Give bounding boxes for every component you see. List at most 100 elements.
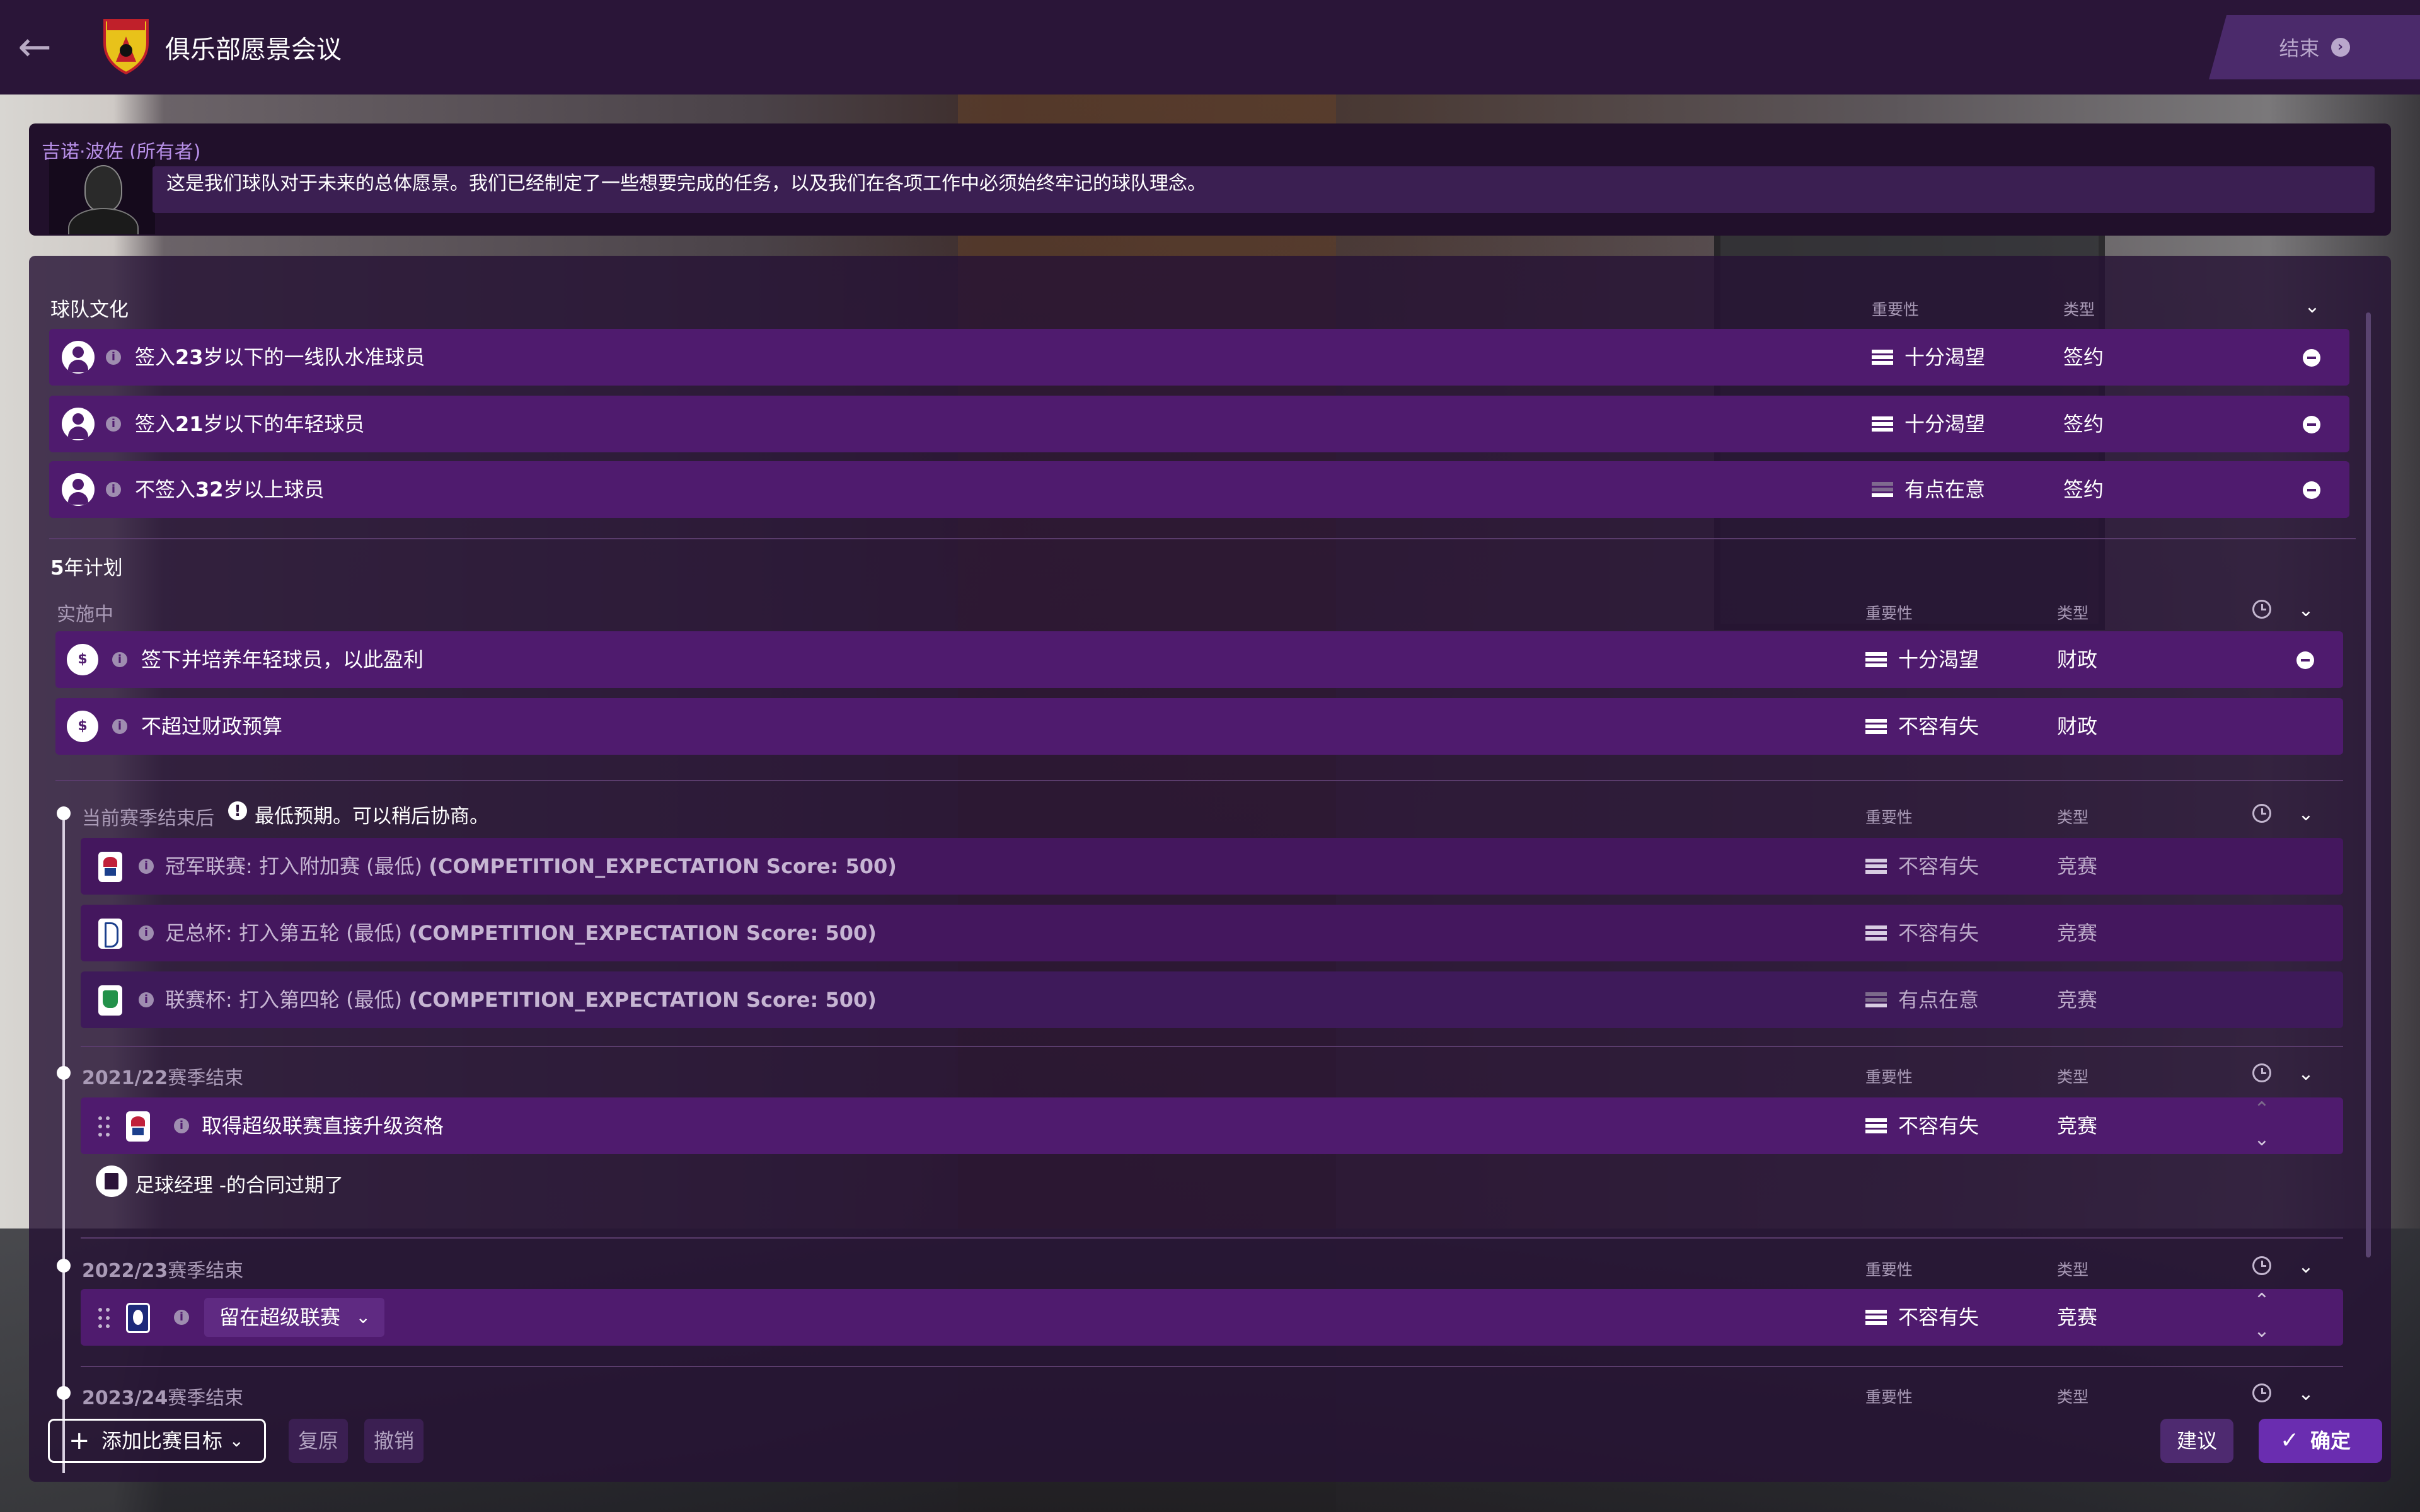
plan-row[interactable]: $ i 签下并培养年轻球员，以此盈利 十分渴望 财政 — [55, 631, 2343, 688]
info-icon[interactable]: i — [139, 859, 154, 874]
section-divider — [55, 780, 2343, 781]
remove-icon[interactable] — [2303, 349, 2320, 367]
move-down-icon[interactable]: ⌄ — [2252, 1322, 2271, 1341]
move-up-icon[interactable]: ⌃ — [2252, 1100, 2271, 1119]
competition-goal-text: 冠军联赛: 打入附加赛 (最低) (COMPETITION_EXPECTATIO… — [165, 854, 897, 878]
arrow-right-circle-icon: › — [2331, 38, 2350, 57]
plan-goal-text: 签下并培养年轻球员，以此盈利 — [141, 648, 424, 672]
move-up-icon[interactable]: ⌃ — [2252, 1292, 2271, 1310]
importance-header: 重要性 — [1865, 1068, 1913, 1086]
remove-icon[interactable] — [2296, 651, 2314, 669]
culture-row[interactable]: i 不签入32岁以上球员 有点在意 签约 — [49, 461, 2349, 518]
drag-handle-icon[interactable] — [98, 1308, 111, 1329]
confirm-button[interactable]: ✓ 确定 — [2259, 1419, 2382, 1463]
competition-row[interactable]: i 冠军联赛: 打入附加赛 (最低) (COMPETITION_EXPECTAT… — [81, 838, 2343, 895]
remove-icon[interactable] — [2303, 416, 2320, 433]
type-header: 类型 — [2057, 1388, 2089, 1406]
remove-icon[interactable] — [2303, 481, 2320, 499]
chevron-down-icon[interactable]: ⌄ — [2295, 600, 2317, 621]
message-text: 这是我们球队对于未来的总体愿景。我们已经制定了一些想要完成的任务，以及我们在各项… — [166, 173, 1206, 195]
importance-value: 十分渴望 — [1898, 648, 1979, 672]
chevron-down-icon: ⌄ — [355, 1307, 371, 1327]
timeline-dot — [57, 1066, 71, 1080]
back-arrow-icon[interactable]: ← — [13, 25, 57, 69]
importance-bars-icon — [1865, 1118, 1887, 1138]
importance-bars-icon — [1865, 652, 1887, 672]
end-meeting-button[interactable]: 结束 › — [2209, 15, 2420, 79]
importance-bars-icon — [1865, 719, 1887, 739]
drag-handle-icon[interactable] — [98, 1116, 111, 1138]
season-goal-row[interactable]: i 取得超级联赛直接升级资格 不容有失 竞赛 ⌃ ⌄ — [81, 1097, 2343, 1154]
contract-note: 足球经理 -的合同过期了 — [135, 1174, 344, 1197]
info-icon[interactable]: i — [106, 416, 121, 432]
timeline-dot — [57, 1259, 71, 1273]
contract-icon — [96, 1166, 127, 1197]
chevron-down-icon[interactable]: ⌄ — [2295, 804, 2317, 825]
chevron-down-icon[interactable]: ⌄ — [2302, 296, 2323, 318]
section-divider — [81, 1237, 2343, 1239]
plan-title: 5年计划 — [50, 557, 123, 580]
importance-bars-icon — [1865, 859, 1887, 879]
season-label: 2023/24赛季结束 — [82, 1387, 244, 1409]
info-icon[interactable]: i — [112, 652, 127, 667]
premier-league-badge-icon — [126, 1303, 150, 1333]
importance-value: 十分渴望 — [1904, 412, 1986, 436]
importance-value: 十分渴望 — [1904, 345, 1986, 369]
culture-goal-text: 签入23岁以下的一线队水准球员 — [135, 345, 425, 369]
owner-message-panel: 吉诺·波佐 (所有者) 这是我们球队对于未来的总体愿景。我们已经制定了一些想要完… — [29, 123, 2391, 236]
type-value: 财政 — [2057, 648, 2098, 672]
clock-icon[interactable] — [2252, 804, 2271, 823]
clock-icon[interactable] — [2252, 600, 2271, 619]
importance-header: 重要性 — [1865, 604, 1913, 622]
competition-row[interactable]: i 联赛杯: 打入第四轮 (最低) (COMPETITION_EXPECTATI… — [81, 971, 2343, 1028]
info-icon[interactable]: i — [174, 1310, 189, 1325]
type-header: 类型 — [2057, 604, 2089, 622]
culture-goal-text: 签入21岁以下的年轻球员 — [135, 412, 365, 436]
info-icon[interactable]: i — [139, 925, 154, 941]
type-header: 类型 — [2057, 808, 2089, 827]
info-icon[interactable]: i — [106, 482, 121, 497]
culture-row[interactable]: i 签入21岁以下的年轻球员 十分渴望 签约 — [49, 396, 2349, 452]
culture-title: 球队文化 — [50, 299, 129, 321]
importance-bars-icon — [1872, 416, 1893, 437]
season-goal-row[interactable]: i 留在超级联赛 ⌄ 不容有失 竞赛 ⌃ ⌄ — [81, 1289, 2343, 1346]
page-title: 俱乐部愿景会议 — [165, 35, 342, 64]
suggest-button[interactable]: 建议 — [2160, 1419, 2233, 1463]
clock-icon[interactable] — [2252, 1383, 2271, 1402]
goal-select-dropdown[interactable]: 留在超级联赛 ⌄ — [204, 1298, 385, 1337]
clock-icon[interactable] — [2252, 1063, 2271, 1082]
restore-button[interactable]: 复原 — [289, 1419, 348, 1463]
type-value: 竞赛 — [2057, 921, 2098, 945]
info-icon[interactable]: i — [112, 719, 127, 734]
timeline-dot — [57, 1386, 71, 1400]
competition-row[interactable]: i 足总杯: 打入第五轮 (最低) (COMPETITION_EXPECTATI… — [81, 905, 2343, 961]
chevron-down-icon[interactable]: ⌄ — [2295, 1063, 2317, 1085]
chevron-down-icon[interactable]: ⌄ — [2295, 1256, 2317, 1278]
add-competition-goal-button[interactable]: + 添加比赛目标 ⌄ — [48, 1419, 266, 1463]
importance-value: 不容有失 — [1898, 714, 1979, 738]
plus-icon: + — [69, 1426, 90, 1455]
importance-bars-icon — [1865, 925, 1887, 946]
warning-icon: ! — [228, 801, 247, 820]
chevron-down-icon[interactable]: ⌄ — [2295, 1383, 2317, 1405]
scrollbar[interactable] — [2366, 312, 2371, 1257]
undo-button[interactable]: 撤销 — [364, 1419, 424, 1463]
culture-row[interactable]: i 签入23岁以下的一线队水准球员 十分渴望 签约 — [49, 329, 2349, 386]
info-icon[interactable]: i — [174, 1118, 189, 1133]
player-icon — [62, 408, 95, 440]
type-value: 签约 — [2063, 478, 2104, 501]
move-down-icon[interactable]: ⌄ — [2252, 1130, 2271, 1149]
plan-row[interactable]: $ i 不超过财政预算 不容有失 财政 — [55, 698, 2343, 755]
info-icon[interactable]: i — [106, 350, 121, 365]
importance-value: 不容有失 — [1898, 921, 1979, 945]
add-goal-label: 添加比赛目标 — [101, 1429, 223, 1453]
importance-bars-icon — [1872, 482, 1893, 502]
clock-icon[interactable] — [2252, 1256, 2271, 1275]
end-label: 结束 — [2279, 37, 2320, 60]
info-icon[interactable]: i — [139, 992, 154, 1007]
top-bar: ← 俱乐部愿景会议 结束 › — [0, 0, 2420, 94]
season-label: 2022/23赛季结束 — [82, 1260, 244, 1282]
season-label: 2021/22赛季结束 — [82, 1067, 244, 1089]
plan-goal-text: 不超过财政预算 — [141, 714, 283, 738]
competition-goal-text: 联赛杯: 打入第四轮 (最低) (COMPETITION_EXPECTATION… — [165, 988, 877, 1012]
